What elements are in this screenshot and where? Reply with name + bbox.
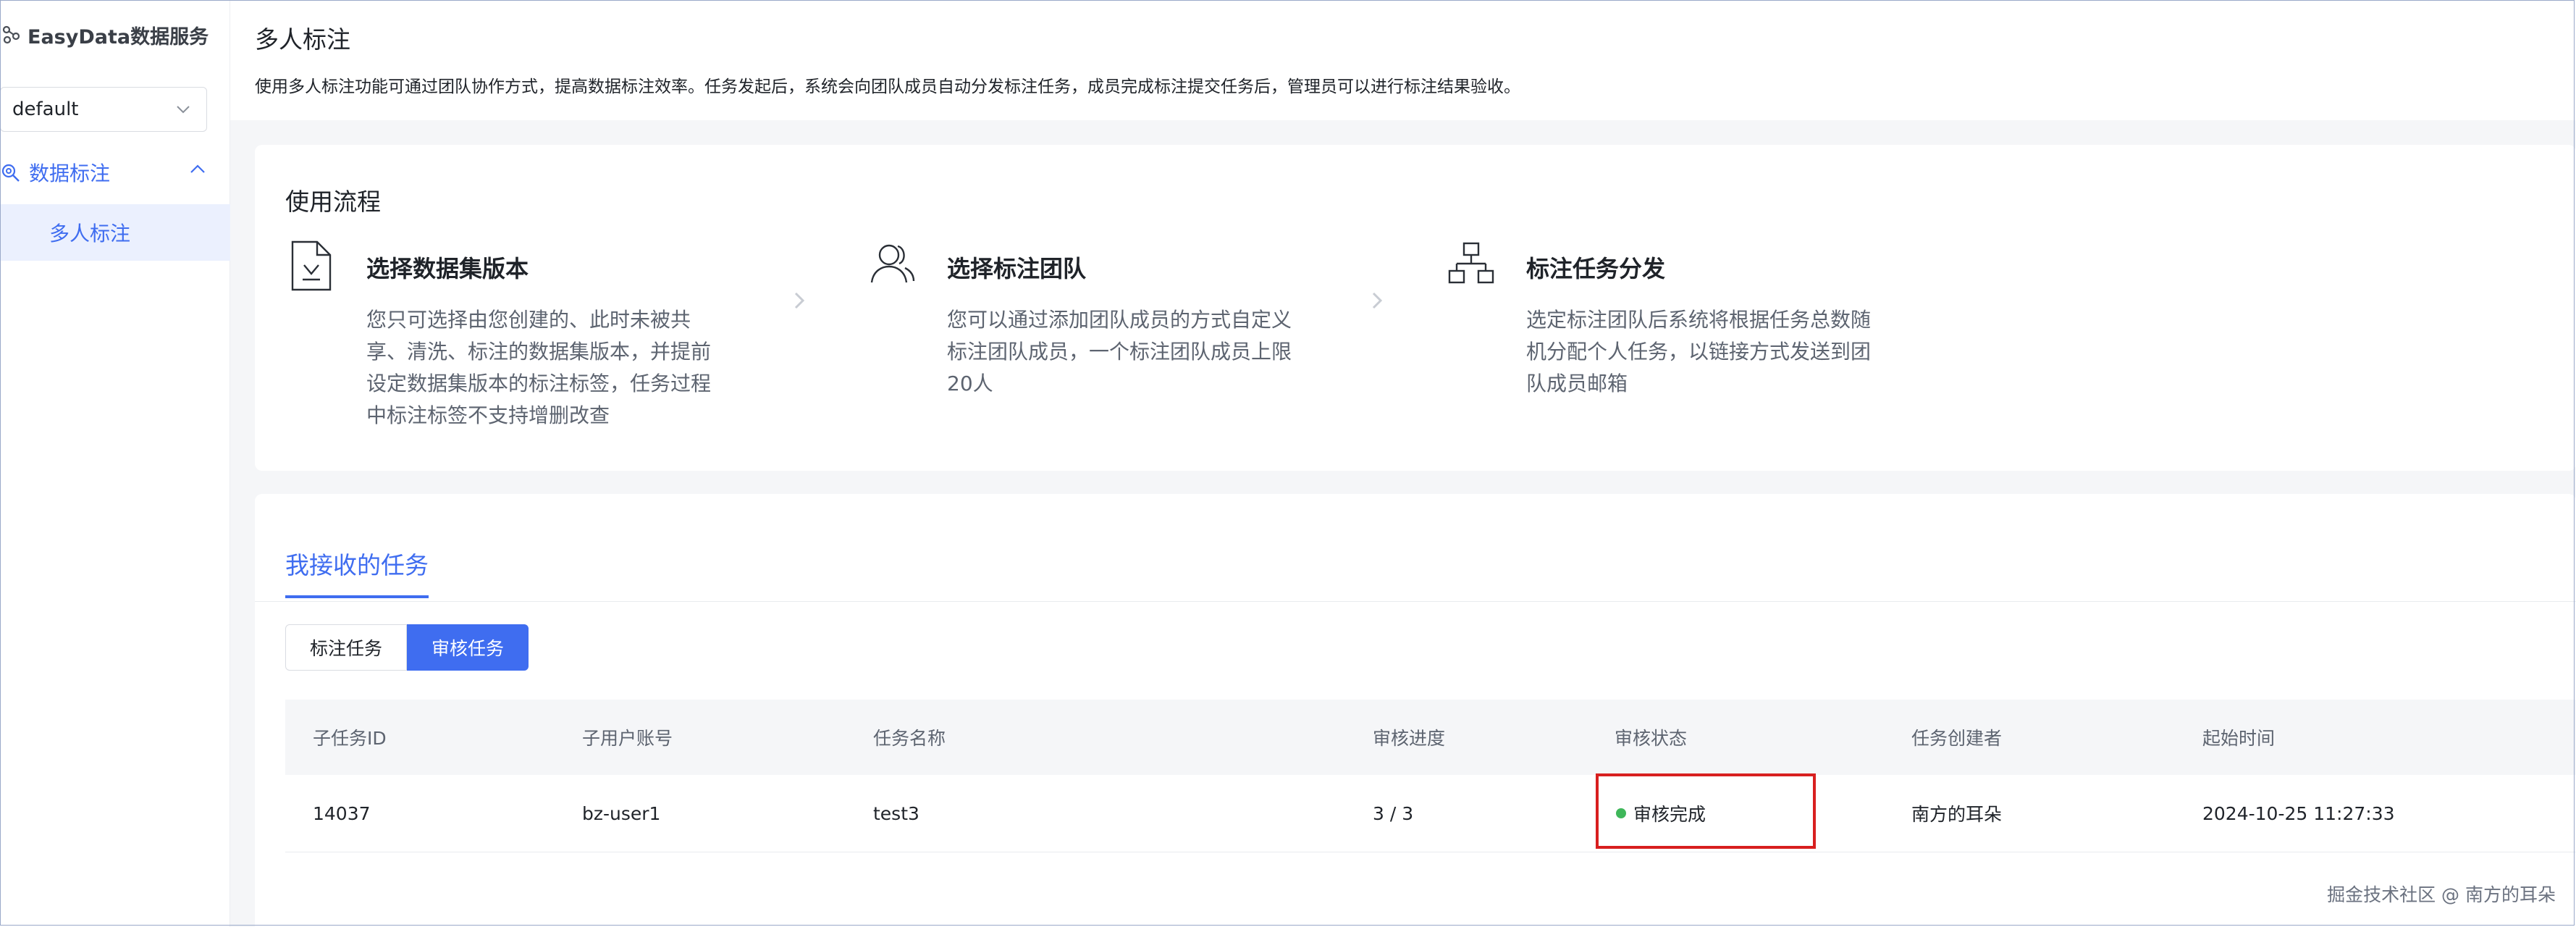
annotation-tasks-button[interactable]: 标注任务 — [285, 624, 408, 671]
task-type-segmented: 标注任务 审核任务 — [285, 624, 529, 671]
flow-step-select-dataset: 选择数据集版本 您只可选择由您创建的、此时未被共享、清洗、标注的数据集版本，并提… — [288, 239, 795, 456]
flow-step-distribute-tasks: 标注任务分发 选定标注团队后系统将根据任务总数随机分配个人任务，以链接方式发送到… — [1448, 239, 1955, 456]
cell-sub-user: bz-user1 — [582, 802, 661, 824]
chevron-up-icon — [190, 164, 205, 173]
status-dot-icon — [1616, 808, 1626, 818]
column-header: 子用户账号 — [582, 728, 673, 749]
column-header: 任务创建者 — [1911, 728, 2003, 749]
workspace-select[interactable]: default — [0, 87, 207, 132]
brand-logo-icon — [2, 25, 20, 44]
flow-title: 使用流程 — [285, 188, 381, 216]
step-text: 您只可选择由您创建的、此时未被共享、清洗、标注的数据集版本，并提前设定数据集版本… — [366, 308, 712, 427]
step-text: 选定标注团队后系统将根据任务总数随机分配个人任务，以链接方式发送到团队成员邮箱 — [1526, 308, 1872, 395]
received-tasks-card: 我接收的任务 标注任务 审核任务 子任务ID 子用户账号 任务名称 审核进度 审… — [255, 494, 2576, 927]
step-title: 选择标注团队 — [947, 255, 1087, 282]
main-content: 多人标注 使用多人标注功能可通过团队协作方式，提高数据标注效率。任务发起后，系统… — [230, 0, 2576, 927]
column-header: 审核状态 — [1615, 728, 1688, 749]
column-header: 起始时间 — [2202, 728, 2276, 749]
tab-bar: 我接收的任务 — [255, 494, 2576, 602]
table-header: 子任务ID 子用户账号 任务名称 审核进度 审核状态 任务创建者 起始时间 — [285, 700, 2576, 775]
sidebar-group-label: 数据标注 — [29, 162, 111, 185]
page-title: 多人标注 — [255, 25, 350, 54]
chevron-right-icon — [794, 292, 805, 309]
brand-name: EasyData数据服务 — [28, 25, 209, 49]
cell-start-time: 2024-10-25 11:27:33 — [2202, 802, 2395, 824]
cell-task-name[interactable]: test3 — [873, 775, 919, 852]
column-header: 审核进度 — [1373, 728, 1446, 749]
sidebar-item-multi-annotation[interactable]: 多人标注 — [0, 204, 230, 261]
usage-flow-card: 使用流程 选择数据集版本 您只可选择由您创建的、此时未被共享、清洗、标注的数据集… — [255, 145, 2576, 471]
sidebar: EasyData数据服务 default 数据标注 多人标注 — [0, 0, 230, 927]
status-text: 审核完成 — [1633, 804, 1706, 825]
cell-review-status: 审核完成 — [1616, 775, 1706, 852]
step-title: 选择数据集版本 — [366, 255, 529, 282]
tasks-table: 子任务ID 子用户账号 任务名称 审核进度 审核状态 任务创建者 起始时间 14… — [285, 700, 2576, 852]
watermark: 掘金技术社区 @ 南方的耳朵 — [2327, 884, 2556, 905]
cell-subtask-id: 14037 — [313, 802, 371, 824]
annotation-icon — [1, 164, 20, 182]
tab-received-tasks[interactable]: 我接收的任务 — [285, 546, 429, 598]
review-tasks-button[interactable]: 审核任务 — [407, 624, 529, 671]
sidebar-group-data-annotation[interactable]: 数据标注 — [0, 154, 230, 191]
brand: EasyData数据服务 — [0, 19, 209, 51]
table-row[interactable]: 14037 bz-user1 test3 3 / 3 审核完成 南方的耳朵 20… — [285, 775, 2576, 852]
sidebar-item-label: 多人标注 — [49, 222, 131, 246]
document-check-icon — [291, 240, 332, 291]
cell-task-creator: 南方的耳朵 — [1911, 804, 2003, 825]
step-title: 标注任务分发 — [1526, 255, 1666, 282]
column-header: 任务名称 — [873, 728, 946, 749]
users-icon — [870, 244, 915, 283]
column-header: 子任务ID — [313, 728, 387, 749]
page-description: 使用多人标注功能可通过团队协作方式，提高数据标注效率。任务发起后，系统会向团队成… — [255, 77, 1520, 96]
chevron-down-icon — [177, 106, 190, 114]
flow-step-select-team: 选择标注团队 您可以通过添加团队成员的方式自定义标注团队成员，一个标注团队成员上… — [869, 239, 1376, 456]
page-header: 多人标注 使用多人标注功能可通过团队协作方式，提高数据标注效率。任务发起后，系统… — [230, 0, 2576, 120]
workspace-value: default — [12, 98, 79, 120]
step-text: 您可以通过添加团队成员的方式自定义标注团队成员，一个标注团队成员上限20人 — [947, 308, 1292, 395]
cell-review-progress: 3 / 3 — [1373, 802, 1414, 824]
hierarchy-icon — [1448, 242, 1494, 284]
chevron-right-icon — [1372, 292, 1383, 309]
